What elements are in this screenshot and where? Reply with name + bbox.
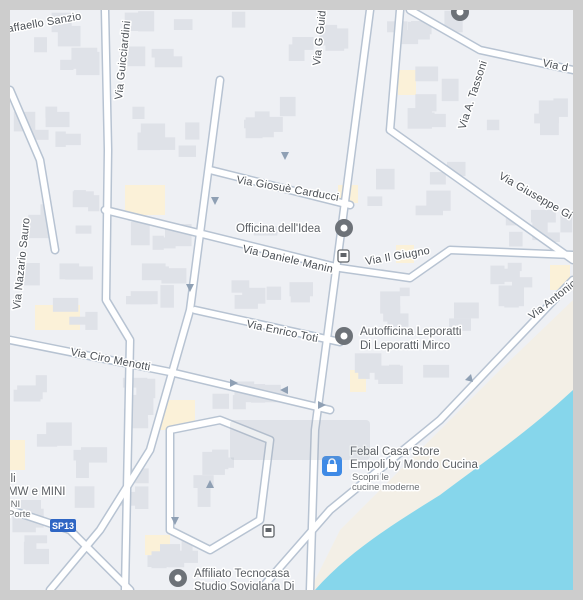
building [185,122,200,140]
building [417,26,430,40]
building [486,119,500,131]
building [376,168,395,190]
building [538,100,558,115]
poi-febal-label-2: Empoli by Mondo Cucina [350,459,478,471]
poi-affiliato-label-1: Affiliato Tecnocasa [194,568,290,580]
building [88,195,100,212]
building [141,263,166,281]
building [60,59,74,70]
building [380,291,401,314]
building [52,297,79,312]
poi-bmw-label-1: lli [10,473,16,485]
building [132,106,145,119]
building [55,131,66,147]
poi-autofficina-label-1: Autofficina Leporatti [360,326,461,338]
building [231,11,246,28]
building [289,282,313,297]
building [151,551,167,569]
building [154,56,183,68]
building [176,550,198,563]
building [429,172,446,185]
building [242,287,266,304]
poi-officina-label: Officina dell'Idea [236,223,321,235]
building [367,196,383,206]
building [57,25,81,47]
building [76,51,100,76]
building [454,302,479,319]
bus-stop-icon[interactable] [262,524,275,538]
poi-porte-label: Porte [10,509,31,520]
building [415,66,439,82]
building [140,123,166,145]
sp13-shield: SP13 [50,519,76,532]
building [45,106,58,118]
building [135,486,149,509]
building [245,117,263,139]
building [126,296,153,305]
building [73,190,86,199]
building [202,451,225,475]
building [173,19,193,30]
building [426,190,451,211]
building [64,133,81,146]
building [399,287,410,297]
building [46,422,72,446]
building [85,311,98,330]
building [232,395,246,410]
building [504,287,519,308]
building [34,37,47,53]
place-pin-icon [335,219,353,237]
building [491,268,520,282]
bus-stop-icon[interactable] [337,249,350,263]
building [423,112,435,125]
building [509,231,523,247]
building [358,356,370,379]
building [374,370,388,380]
place-pin-icon [169,569,187,587]
building [423,364,450,378]
building [441,78,459,102]
poi-febal-sub-2: cucine moderne [352,482,420,493]
screenshot-frame: SP13 affaello Sanzio Via Guicciardini Vi… [0,0,583,600]
building [24,535,48,544]
map-canvas[interactable]: SP13 affaello Sanzio Via Guicciardini Vi… [10,10,573,590]
building [74,486,95,508]
building [266,286,282,300]
building [415,94,437,112]
building [23,541,37,554]
building [389,364,400,380]
building [151,48,174,58]
building [212,393,229,409]
building [65,266,93,280]
building [138,11,155,32]
map-view[interactable]: SP13 affaello Sanzio Via Guicciardini Vi… [10,10,573,590]
building [35,375,47,393]
sp13-label: SP13 [52,521,74,531]
building [387,313,409,327]
building [76,455,89,478]
poi-bmw-label-2: MW e MINI [10,486,66,498]
building [130,221,150,246]
place-pin-icon [335,327,353,345]
watermark-logo [230,420,370,460]
building [75,225,92,234]
building [534,113,559,124]
building [160,285,174,308]
poi-affiliato-label-2: Studio Soviglana Di [194,581,294,590]
building [292,37,314,50]
poi-autofficina-label-2: Di Leporatti Mirco [360,340,450,352]
building [178,145,196,157]
building [328,28,349,49]
building [279,96,296,117]
